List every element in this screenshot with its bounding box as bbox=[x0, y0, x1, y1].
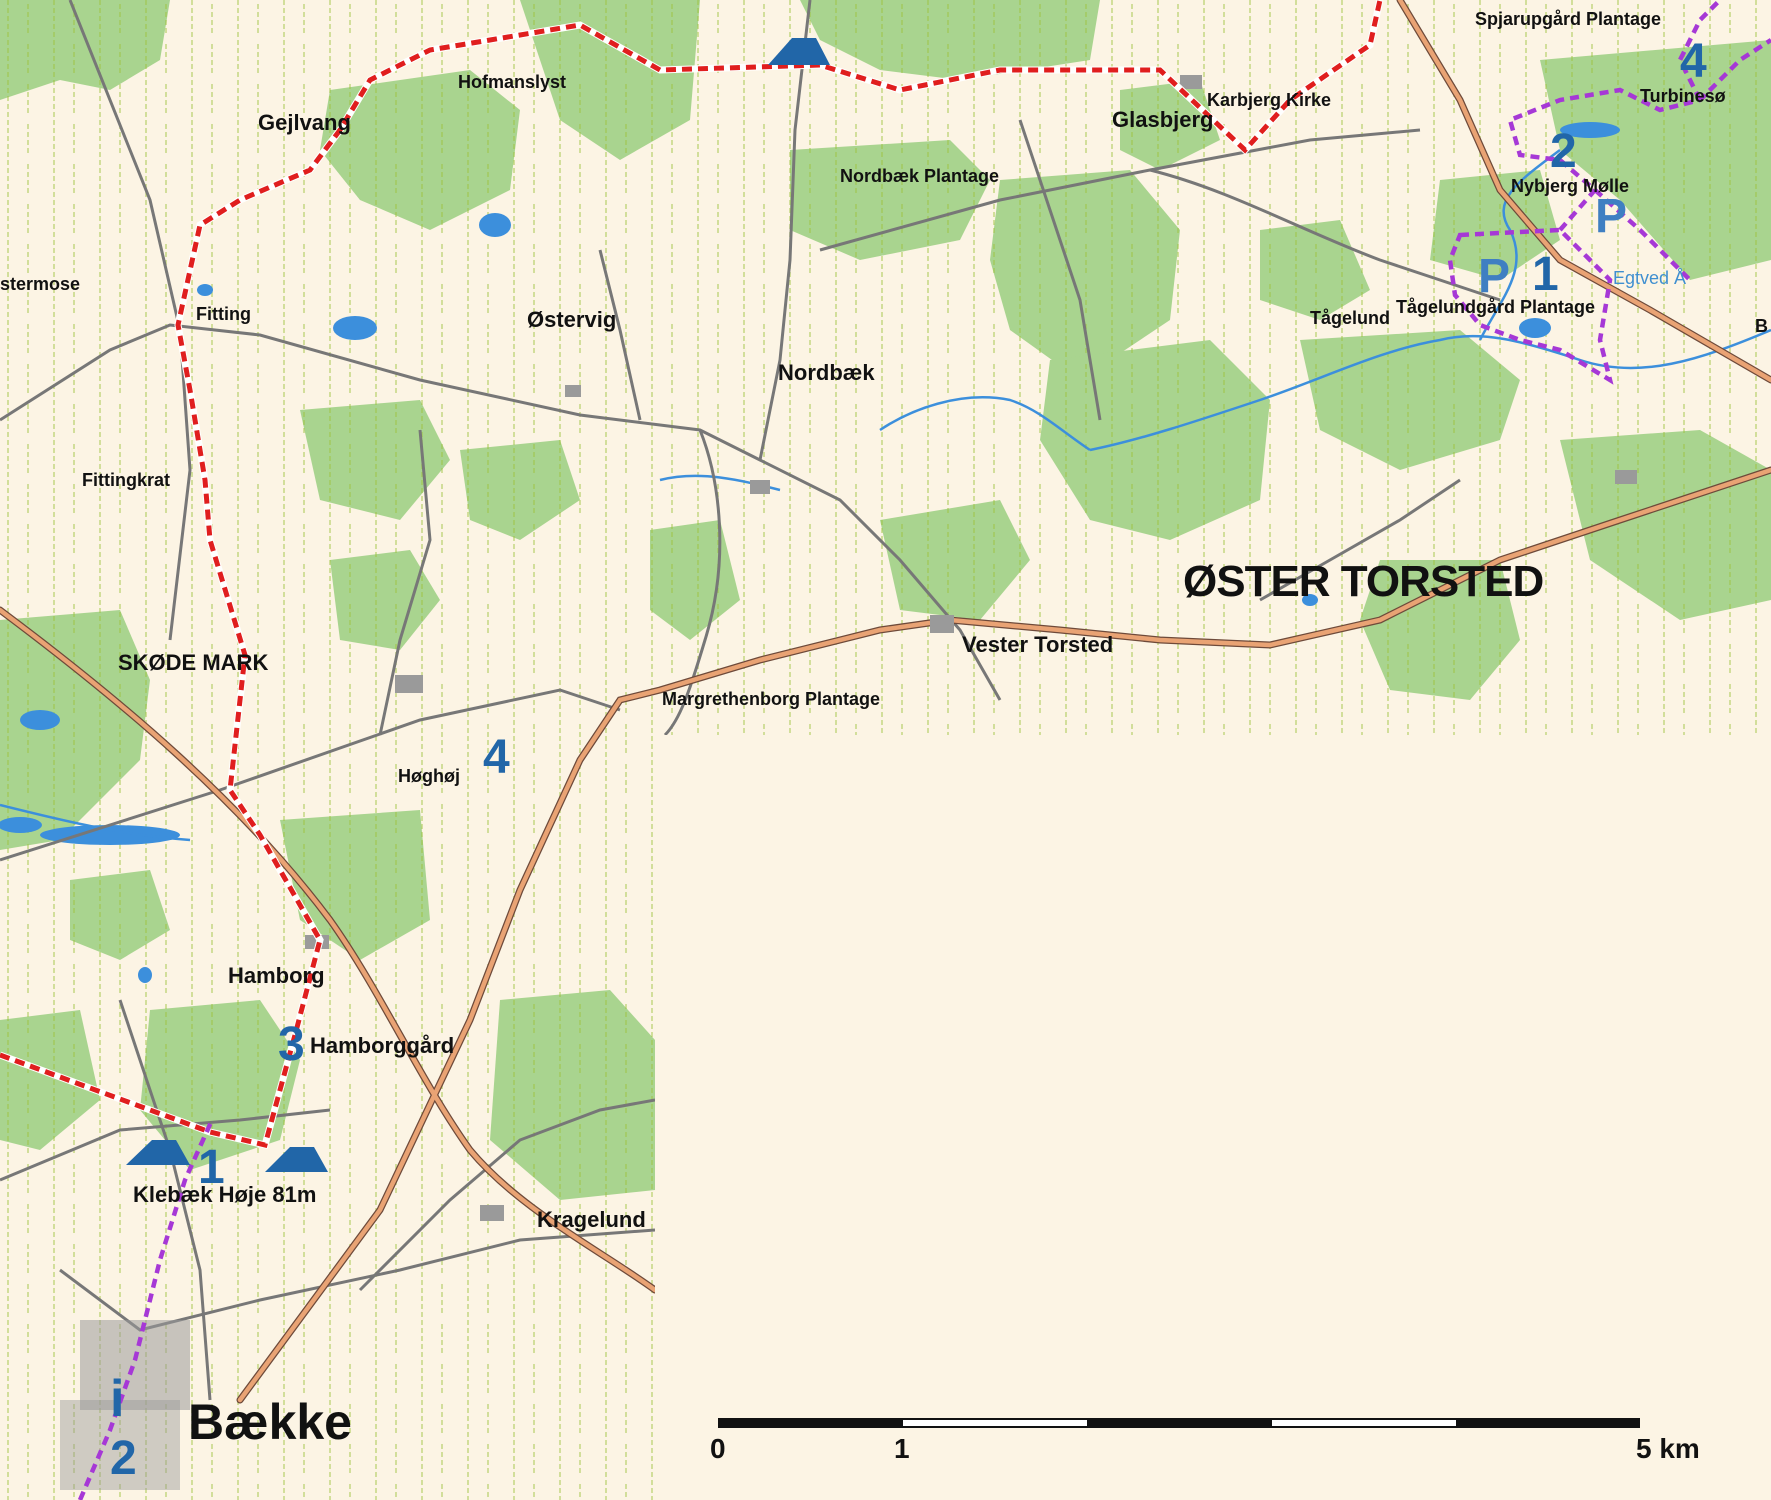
route-marker-4[interactable]: 4 bbox=[1680, 35, 1707, 88]
label-hoghoj: Høghøj bbox=[398, 766, 460, 786]
label-b-edge: B bbox=[1755, 316, 1768, 336]
label-klebaek-hoje: Klebæk Høje 81m bbox=[133, 1182, 316, 1207]
route-marker-1[interactable]: 1 bbox=[1532, 248, 1559, 301]
scale-label-0: 0 bbox=[710, 1433, 726, 1464]
route-marker-2[interactable]: 2 bbox=[1550, 125, 1577, 178]
route-marker-4[interactable]: 4 bbox=[483, 731, 510, 784]
label-oster-torsted: ØSTER TORSTED bbox=[1183, 557, 1543, 606]
label-stermose: stermose bbox=[0, 274, 80, 294]
topographic-map[interactable]: Spjarupgård Plantage Hofmanslyst Gejlvan… bbox=[0, 0, 1771, 1500]
scale-label-5km: 5 km bbox=[1636, 1433, 1700, 1464]
scale-label-1: 1 bbox=[894, 1433, 910, 1464]
route-marker-3[interactable]: 3 bbox=[278, 1018, 305, 1071]
label-gejlvang: Gejlvang bbox=[258, 110, 351, 135]
label-kragelund: Kragelund bbox=[537, 1207, 646, 1232]
parking-icon[interactable]: P bbox=[1478, 250, 1510, 303]
label-fittingkrat: Fittingkrat bbox=[82, 470, 170, 490]
label-ostervig: Østervig bbox=[527, 307, 616, 332]
label-glasbjerg: Glasbjerg bbox=[1112, 107, 1213, 132]
label-hamborggard: Hamborggård bbox=[310, 1033, 454, 1058]
label-hamborg: Hamborg bbox=[228, 963, 325, 988]
label-vester-torsted: Vester Torsted bbox=[962, 632, 1113, 657]
label-tagelund: Tågelund bbox=[1310, 308, 1390, 328]
label-spjarupgard-plantage: Spjarupgård Plantage bbox=[1475, 9, 1661, 29]
map-viewport[interactable]: Spjarupgård Plantage Hofmanslyst Gejlvan… bbox=[0, 0, 1771, 1500]
label-nordbaek-plantage: Nordbæk Plantage bbox=[840, 166, 999, 186]
label-margrethenborg-plantage: Margrethenborg Plantage bbox=[662, 689, 880, 709]
label-baekke: Bække bbox=[188, 1394, 352, 1450]
label-nordbaek: Nordbæk bbox=[778, 360, 875, 385]
label-fitting: Fitting bbox=[196, 304, 251, 324]
label-turbineso: Turbinesø bbox=[1640, 86, 1726, 106]
label-skode-mark: SKØDE MARK bbox=[118, 650, 268, 675]
route-marker-1[interactable]: 1 bbox=[198, 1141, 225, 1194]
label-egtved-a: Egtved Å bbox=[1613, 268, 1686, 288]
label-hofmanslyst: Hofmanslyst bbox=[458, 72, 566, 92]
label-karbjerg-kirke: Karbjerg Kirke bbox=[1207, 90, 1331, 110]
route-marker-2[interactable]: 2 bbox=[110, 1432, 137, 1485]
parking-icon[interactable]: P bbox=[1595, 190, 1627, 243]
info-icon[interactable]: i bbox=[110, 1370, 124, 1428]
